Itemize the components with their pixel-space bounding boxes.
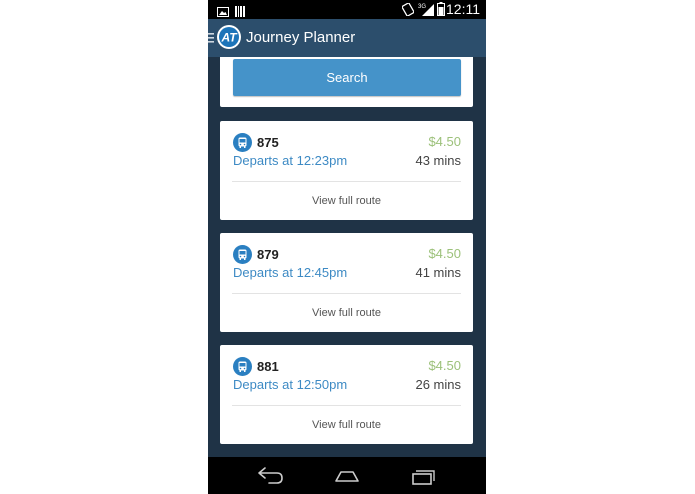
departure-time: Departs at 12:50pm bbox=[233, 377, 348, 392]
phone-screen: 3G 12:11 AT Journey Planner Search 875 $… bbox=[208, 0, 486, 494]
view-full-route-link[interactable]: View full route bbox=[220, 419, 473, 431]
route-number: 875 bbox=[257, 135, 279, 150]
app-logo[interactable]: AT bbox=[217, 25, 241, 49]
svg-text:AT: AT bbox=[220, 31, 238, 45]
departure-time: Departs at 12:23pm bbox=[233, 153, 348, 168]
route-card[interactable]: 879 $4.50 Departs at 12:45pm 41 mins Vie… bbox=[220, 233, 473, 332]
fare-price: $4.50 bbox=[428, 134, 461, 149]
fare-price: $4.50 bbox=[428, 358, 461, 373]
navigation-bar bbox=[208, 457, 486, 494]
bus-icon bbox=[233, 133, 252, 152]
view-full-route-link[interactable]: View full route bbox=[220, 307, 473, 319]
page-title: Journey Planner bbox=[246, 29, 356, 46]
recent-apps-icon[interactable] bbox=[409, 465, 439, 487]
bus-icon bbox=[233, 357, 252, 376]
status-time: 12:11 bbox=[446, 1, 480, 17]
view-full-route-link[interactable]: View full route bbox=[220, 195, 473, 207]
route-card[interactable]: 881 $4.50 Departs at 12:50pm 26 mins Vie… bbox=[220, 345, 473, 444]
search-button[interactable]: Search bbox=[233, 59, 461, 96]
route-card[interactable]: 875 $4.50 Departs at 12:23pm 43 mins Vie… bbox=[220, 121, 473, 220]
search-card: Search bbox=[220, 57, 473, 107]
action-bar: AT Journey Planner bbox=[208, 19, 486, 57]
trip-duration: 41 mins bbox=[415, 265, 461, 280]
divider bbox=[232, 405, 461, 406]
bus-icon bbox=[233, 245, 252, 264]
status-bar: 3G 12:11 bbox=[208, 0, 486, 19]
route-number: 879 bbox=[257, 247, 279, 262]
svg-text:3G: 3G bbox=[418, 4, 426, 10]
back-icon[interactable] bbox=[255, 465, 285, 487]
home-icon[interactable] bbox=[332, 465, 362, 487]
results-list: Search 875 $4.50 Departs at 12:23pm 43 m… bbox=[208, 57, 486, 455]
menu-icon[interactable] bbox=[208, 31, 214, 43]
fare-price: $4.50 bbox=[428, 246, 461, 261]
trip-duration: 43 mins bbox=[415, 153, 461, 168]
route-number: 881 bbox=[257, 359, 279, 374]
divider bbox=[232, 293, 461, 294]
departure-time: Departs at 12:45pm bbox=[233, 265, 348, 280]
divider bbox=[232, 181, 461, 182]
trip-duration: 26 mins bbox=[415, 377, 461, 392]
